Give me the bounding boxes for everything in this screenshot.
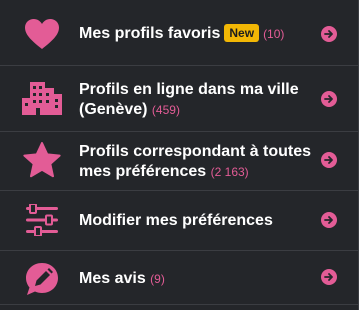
new-badge: New [224,24,260,42]
menu-item-online-in-city[interactable]: Profils en ligne dans ma ville (Genève) … [0,65,359,131]
menu-item-count: (459) [151,103,180,117]
arrow-right-icon[interactable] [321,26,337,42]
arrow-right-icon[interactable] [321,152,337,168]
divider [0,304,359,305]
menu-item-label: Profils en ligne dans ma ville (Genève) [79,81,299,118]
menu-item-label: Modifier mes préférences [79,212,273,229]
menu-item-count: (9) [150,272,165,286]
menu-item-my-reviews[interactable]: Mes avis (9) [0,250,359,304]
arrow-right-icon[interactable] [321,269,337,285]
heart-icon [18,18,66,50]
menu-item-matching-profiles[interactable]: Profils correspondant à toutes mes préfé… [0,131,359,190]
menu-item-count: (10) [263,27,285,41]
city-buildings-icon [18,78,66,116]
menu-item-label: Mes avis [79,270,146,287]
menu-item-label: Mes profils favoris [79,25,221,42]
pencil-speech-bubble-icon [18,261,66,297]
arrow-right-icon[interactable] [321,91,337,107]
menu-item-label: Profils correspondant à toutes mes préfé… [79,143,312,180]
preferences-menu: Mes profils favoris New (10) Profils en … [0,0,359,310]
menu-item-count: (2 163) [210,165,249,179]
star-icon [18,142,66,178]
arrow-right-icon[interactable] [321,212,337,228]
menu-item-favorites[interactable]: Mes profils favoris New (10) [0,0,359,65]
menu-item-edit-preferences[interactable]: Modifier mes préférences [0,190,359,250]
sliders-icon [18,204,66,236]
